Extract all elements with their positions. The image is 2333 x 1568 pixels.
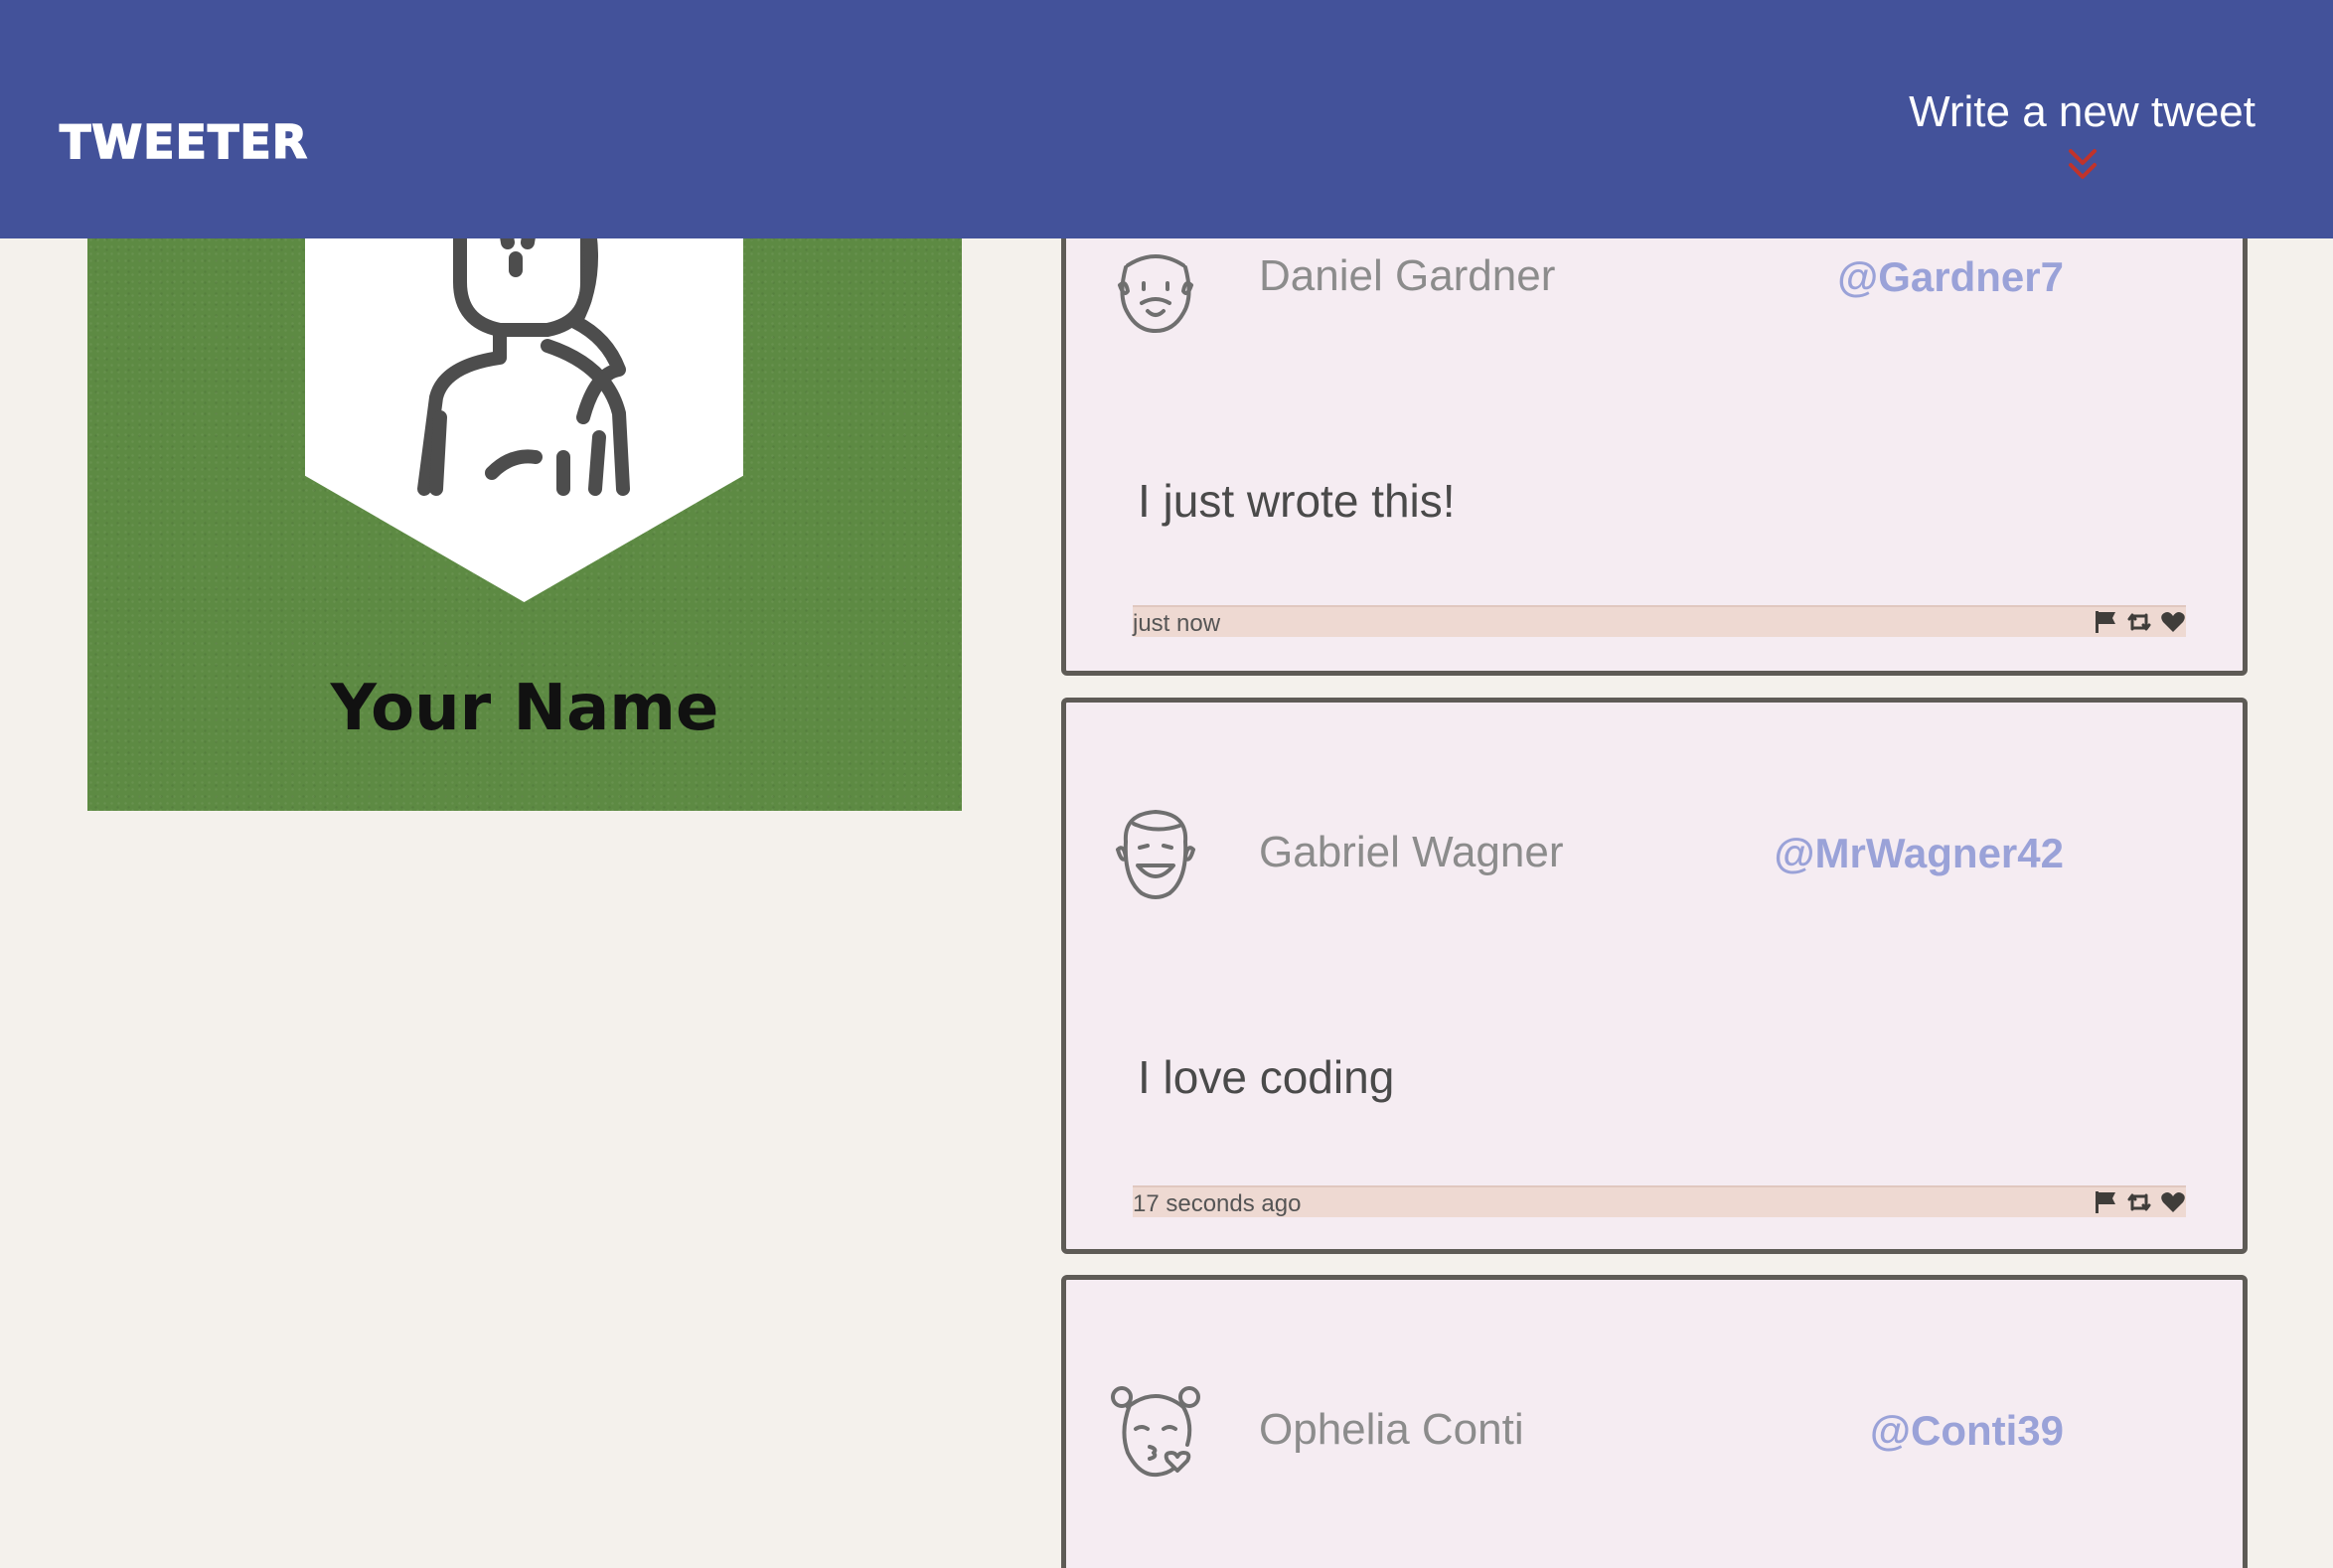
compose-tweet-label[interactable]: Write a new tweet (1909, 87, 2255, 137)
tweet-footer: just now (1133, 605, 2186, 637)
tweet-footer: 17 seconds ago (1133, 1185, 2186, 1217)
top-nav: TWEETER Write a new tweet (0, 0, 2333, 238)
double-chevron-down-icon[interactable] (2065, 145, 2100, 185)
bearded-face-avatar-icon (1118, 254, 1193, 333)
tweet-card: Gabriel Wagner @MrWagner42 I love coding… (1061, 698, 2248, 1254)
heart-icon[interactable] (2160, 609, 2186, 635)
tweet-actions (2093, 607, 2186, 637)
flag-icon[interactable] (2093, 1189, 2118, 1215)
tweet-author-handle[interactable]: @Conti39 (1870, 1407, 2064, 1455)
tweet-author-name: Daniel Gardner (1259, 251, 1556, 300)
heart-icon[interactable] (2160, 1189, 2186, 1215)
app-logo[interactable]: TWEETER (59, 114, 308, 170)
tweet-timestamp: just now (1133, 610, 1221, 637)
tweet-author-handle[interactable]: @Gardner7 (1837, 253, 2064, 301)
profile-name: Your Name (330, 672, 719, 745)
tweet-card: Daniel Gardner @Gardner7 I just wrote th… (1061, 195, 2248, 676)
compose-tweet-toggle[interactable]: Write a new tweet (1909, 87, 2255, 185)
retweet-icon[interactable] (2126, 609, 2152, 635)
flag-icon[interactable] (2093, 609, 2118, 635)
tweet-timestamp: 17 seconds ago (1133, 1190, 1302, 1217)
tweet-actions (2093, 1187, 2186, 1217)
smiling-face-avatar-icon (1116, 810, 1195, 899)
page: Your Name TWEETER Write a new tweet Dani… (0, 0, 2333, 1568)
tweet-author-handle[interactable]: @MrWagner42 (1775, 830, 2064, 877)
retweet-icon[interactable] (2126, 1189, 2152, 1215)
kissing-face-avatar-icon (1111, 1386, 1200, 1478)
tweet-text: I just wrote this! (1138, 475, 1456, 527)
tweet-text: I love coding (1138, 1051, 1395, 1103)
tweet-card: Ophelia Conti @Conti39 (1061, 1275, 2248, 1568)
tweet-author-name: Ophelia Conti (1259, 1405, 1524, 1454)
tweet-author-name: Gabriel Wagner (1259, 828, 1564, 876)
